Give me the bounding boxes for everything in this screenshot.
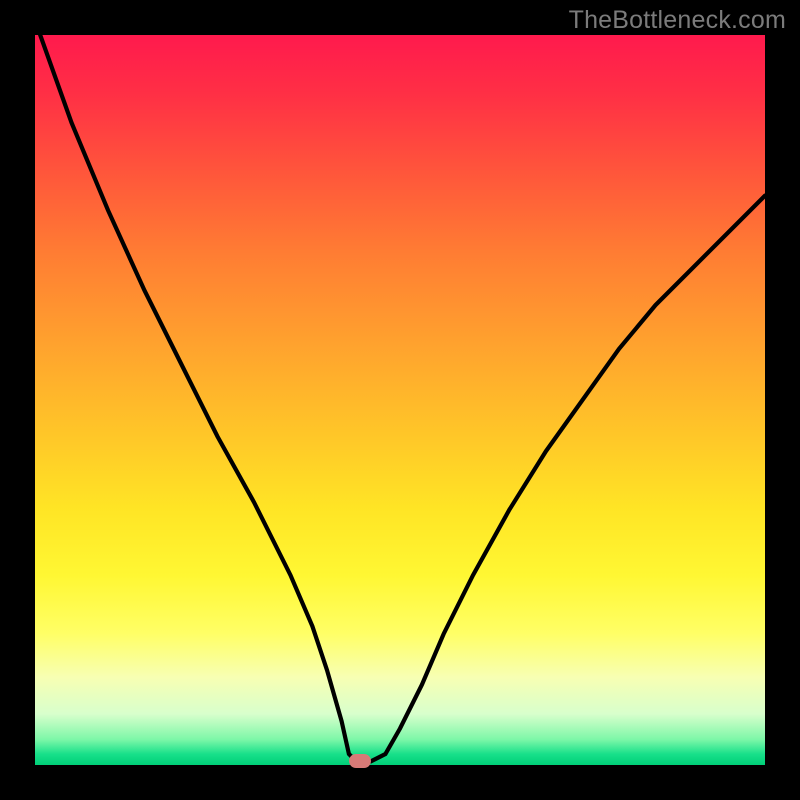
bottleneck-curve xyxy=(35,35,765,761)
watermark-text: TheBottleneck.com xyxy=(569,6,786,35)
minimum-marker xyxy=(349,754,371,768)
curve-svg xyxy=(35,35,765,765)
chart-frame: TheBottleneck.com xyxy=(0,0,800,800)
plot-area xyxy=(35,35,765,765)
